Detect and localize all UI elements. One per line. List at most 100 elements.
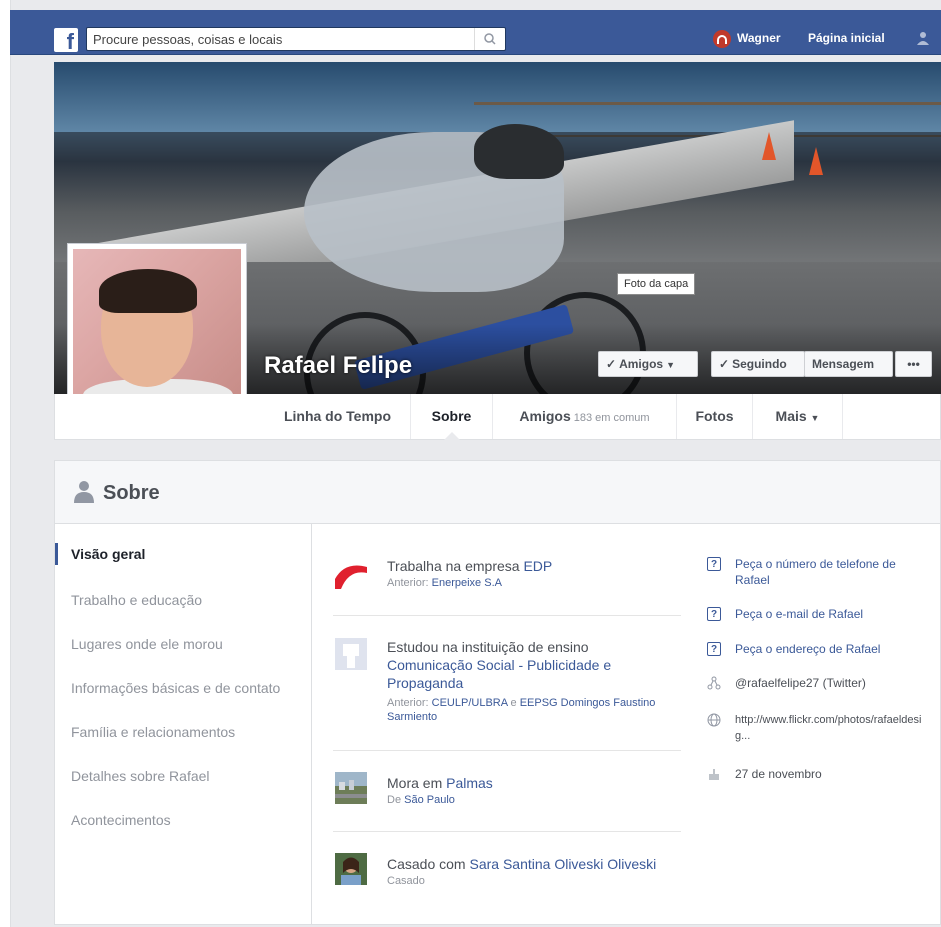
education-entry: Estudou na instituição de ensino Comunic… [387, 638, 677, 692]
tab-timeline[interactable]: Linha do Tempo [265, 394, 411, 439]
hometown: De São Paulo [387, 793, 677, 807]
ellipsis-icon: ••• [907, 357, 920, 371]
message-button-label: Mensagem [812, 357, 875, 371]
search-box[interactable] [86, 27, 506, 51]
active-item-marker [55, 543, 58, 565]
timeline-navigation: Linha do Tempo Sobre Amigos 183 em comum … [54, 394, 941, 440]
question-icon: ? [707, 642, 721, 656]
work-company-link[interactable]: EDP [523, 558, 552, 574]
tab-timeline-label: Linha do Tempo [283, 408, 392, 424]
entry-divider [333, 831, 681, 832]
question-icon: ? [707, 607, 721, 621]
traffic-cone [762, 132, 776, 160]
hometown-label: De [387, 794, 405, 806]
request-address-text: Peça o endereço de Rafael [735, 642, 881, 656]
relationship-entry: Casado com Sara Santina Oliveski Olivesk… [387, 855, 687, 873]
friends-button[interactable]: ✓ Amigos ▼ [598, 351, 698, 377]
check-icon: ✓ [606, 357, 617, 371]
about-side-nav: Visão geral Trabalho e educação Lugares … [55, 523, 312, 925]
person-icon [74, 481, 94, 503]
hometown-link[interactable]: São Paulo [404, 794, 455, 806]
request-email-text: Peça o e-mail de Rafael [735, 607, 864, 621]
globe-icon [707, 713, 721, 727]
relationship-text: Casado com [387, 856, 470, 872]
education-course-link[interactable]: Comunicação Social - Publicidade e Propa… [387, 657, 611, 691]
question-icon: ? [707, 557, 721, 571]
user-name-link[interactable]: Wagner [737, 31, 781, 45]
education-previous-label: Anterior: [387, 697, 432, 709]
friend-requests-icon[interactable] [917, 30, 933, 46]
about-title: Sobre [103, 482, 160, 504]
side-item-family[interactable]: Família e relacionamentos [71, 724, 235, 740]
profile-photo [73, 249, 241, 417]
education-previous: Anterior: CEULP/ULBRA e EEPSG Domingos F… [387, 696, 667, 724]
work-previous-link[interactable]: Enerpeixe S.A [432, 577, 502, 589]
work-entry: Trabalha na empresa EDP [387, 557, 677, 575]
work-previous: Anterior: Enerpeixe S.A [387, 576, 677, 590]
side-item-contact-info[interactable]: Informações básicas e de contato [71, 680, 280, 696]
work-previous-label: Anterior: [387, 577, 432, 589]
entry-divider [333, 615, 681, 616]
residence-city-link[interactable]: Palmas [446, 775, 493, 791]
residence-entry: Mora em Palmas [387, 774, 677, 792]
birthday-text: 27 de novembro [735, 767, 822, 781]
side-item-overview[interactable]: Visão geral [71, 546, 145, 562]
residence-text: Mora em [387, 775, 447, 791]
facebook-logo-icon[interactable]: f [54, 28, 78, 54]
about-header: Sobre [55, 461, 940, 524]
twitter-label: (Twitter) [819, 676, 866, 690]
entry-divider [333, 750, 681, 751]
twitter-handle[interactable]: @rafaelfelipe27 [735, 676, 819, 690]
user-avatar[interactable] [713, 30, 731, 48]
home-link[interactable]: Página inicial [808, 31, 885, 45]
education-previous-link[interactable]: CEULP/ULBRA [432, 697, 508, 709]
spouse-avatar[interactable] [335, 853, 367, 885]
education-text: Estudou na instituição de ensino [387, 639, 589, 655]
twitter-row: @rafaelfelipe27 (Twitter) [735, 675, 935, 691]
tab-more-label: Mais [775, 408, 807, 424]
share-icon [707, 676, 721, 690]
profile-hair [99, 269, 197, 313]
tab-about[interactable]: Sobre [411, 394, 493, 440]
tab-photos[interactable]: Fotos [677, 394, 753, 439]
school-icon[interactable] [335, 638, 367, 670]
side-item-work-education[interactable]: Trabalho e educação [71, 592, 202, 608]
city-photo-icon[interactable] [335, 772, 367, 804]
following-button-label: Seguindo [732, 357, 787, 371]
search-input[interactable] [87, 28, 479, 50]
relationship-status: Casado [387, 874, 677, 888]
website-text: http://www.flickr.com/photos/rafaeldesig… [735, 714, 922, 742]
message-button[interactable]: Mensagem [804, 351, 893, 377]
tab-photos-label: Fotos [695, 408, 734, 424]
cover-photo-tooltip: Foto da capa [617, 273, 696, 295]
request-phone-link[interactable]: Peça o número de telefone de Rafael [735, 556, 925, 588]
about-section: Sobre Visão geral Trabalho e educação Lu… [54, 460, 941, 925]
tab-more[interactable]: Mais ▼ [753, 394, 843, 439]
more-options-button[interactable]: ••• [895, 351, 932, 377]
side-item-details[interactable]: Detalhes sobre Rafael [71, 768, 210, 784]
check-icon: ✓ [719, 357, 730, 371]
education-previous-separator: e [507, 697, 520, 709]
website-link[interactable]: http://www.flickr.com/photos/rafaeldesig… [735, 712, 923, 744]
traffic-cone [809, 147, 823, 175]
mutual-friends-count: 183 em comum [573, 412, 650, 424]
profile-name[interactable]: Rafael Felipe [264, 352, 412, 380]
tab-about-label: Sobre [431, 408, 472, 424]
company-logo-icon[interactable] [335, 557, 367, 589]
chevron-down-icon: ▼ [810, 413, 820, 423]
request-address-link[interactable]: Peça o endereço de Rafael [735, 641, 925, 657]
relationship-status-text: Casado [387, 875, 425, 887]
chevron-down-icon: ▼ [666, 360, 675, 370]
side-item-places-lived[interactable]: Lugares onde ele morou [71, 636, 223, 652]
work-text: Trabalha na empresa [387, 558, 524, 574]
birthday-cake-icon [709, 769, 719, 780]
request-email-link[interactable]: Peça o e-mail de Rafael [735, 606, 925, 622]
tab-friends-label: Amigos [519, 408, 571, 424]
request-phone-text: Peça o número de telefone de Rafael [735, 557, 896, 587]
following-button[interactable]: ✓ Seguindo [711, 351, 805, 377]
spouse-link[interactable]: Sara Santina Oliveski Oliveski [469, 856, 656, 872]
side-item-life-events[interactable]: Acontecimentos [71, 812, 171, 828]
friends-button-label: Amigos [619, 357, 664, 371]
tab-friends[interactable]: Amigos 183 em comum [493, 394, 677, 439]
search-button[interactable] [474, 28, 505, 50]
